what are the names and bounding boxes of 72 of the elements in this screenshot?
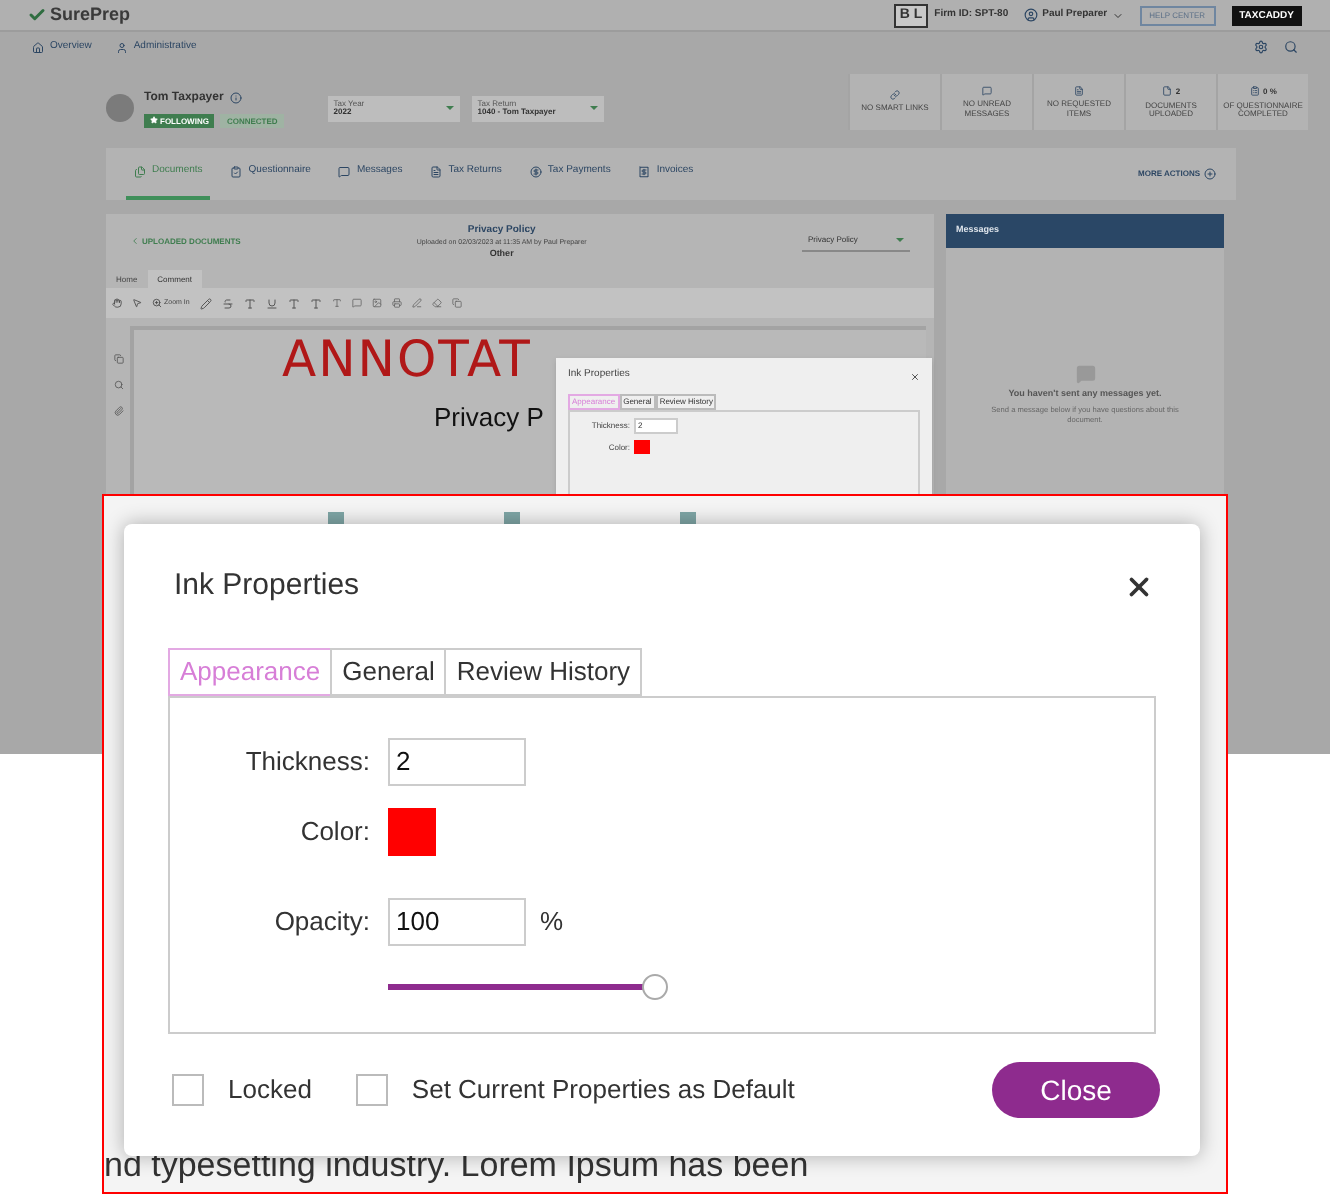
tool-icon[interactable] xyxy=(431,298,442,308)
logo: SurePrep xyxy=(50,1,131,28)
color-label: Color: xyxy=(298,814,370,851)
color-swatch[interactable] xyxy=(634,440,650,454)
tab-icon xyxy=(338,166,351,178)
dropdown-arrow-icon xyxy=(589,106,598,110)
stat-icon xyxy=(982,86,992,96)
tool-icon[interactable] xyxy=(411,298,422,308)
selection-handle[interactable] xyxy=(504,512,520,524)
user-icon xyxy=(115,41,128,53)
dialog-tab[interactable]: General xyxy=(330,648,447,696)
logo-check-icon xyxy=(28,6,46,24)
percent-label: % xyxy=(540,904,564,941)
close-button[interactable]: Close xyxy=(992,1062,1160,1118)
ink-annotation[interactable]: ANNOTAT xyxy=(282,330,532,390)
text-tool-icon[interactable] xyxy=(287,297,300,309)
tool-icon[interactable] xyxy=(351,298,362,308)
pointer-icon[interactable] xyxy=(132,298,142,308)
tab-icon xyxy=(638,166,651,178)
chevron-icon xyxy=(1111,9,1124,21)
page-heading: Privacy P xyxy=(434,402,544,432)
tool-icon[interactable] xyxy=(331,298,342,308)
user-icon xyxy=(1024,8,1039,22)
dialog-tab[interactable]: Appearance xyxy=(168,648,333,696)
slider-thumb[interactable] xyxy=(642,974,668,1000)
tool-icon[interactable] xyxy=(371,298,382,308)
settings-icon[interactable] xyxy=(1254,40,1268,54)
search-icon[interactable] xyxy=(113,380,123,390)
text-tool-icon[interactable] xyxy=(221,297,234,309)
hand-icon[interactable] xyxy=(112,298,122,308)
back-icon xyxy=(130,236,140,246)
pages-icon[interactable] xyxy=(113,354,123,364)
stat-icon xyxy=(1161,86,1172,96)
tool-icon[interactable] xyxy=(391,298,402,308)
dialog-tab[interactable]: Review History xyxy=(444,648,643,696)
dialog-title: Ink Properties xyxy=(174,565,360,606)
info-icon[interactable] xyxy=(229,92,242,104)
selection-handle[interactable] xyxy=(328,512,344,524)
opacity-label: Opacity: xyxy=(272,904,370,941)
tab-icon xyxy=(529,166,542,178)
pencil-icon[interactable] xyxy=(199,297,212,309)
home-icon xyxy=(32,41,44,53)
text-tool-icon[interactable] xyxy=(265,297,278,309)
stat-icon xyxy=(890,90,900,101)
stat-icon xyxy=(1249,86,1260,96)
plus-icon xyxy=(1204,168,1216,180)
dropdown-arrow-icon xyxy=(896,238,904,242)
color-swatch[interactable] xyxy=(388,808,436,856)
checkbox[interactable] xyxy=(172,1074,204,1106)
tab-icon xyxy=(134,166,146,178)
text-tool-icon[interactable] xyxy=(243,297,256,309)
star-icon xyxy=(150,116,158,124)
text-tool-icon[interactable] xyxy=(309,297,322,309)
checkbox-label: Locked xyxy=(228,1072,312,1109)
zoom-icon xyxy=(152,298,162,308)
tab-icon xyxy=(430,166,443,178)
avatar xyxy=(106,94,134,122)
selection-handle[interactable] xyxy=(680,512,696,524)
paperclip-icon[interactable] xyxy=(113,406,123,416)
stat-icon xyxy=(1074,86,1084,96)
opacity-field[interactable]: 100 xyxy=(388,898,526,946)
search-icon[interactable] xyxy=(1284,40,1298,54)
opacity-slider[interactable] xyxy=(388,972,668,1000)
thickness-label: Thickness: xyxy=(243,744,370,781)
dropdown-arrow-icon xyxy=(445,106,454,110)
tool-icon[interactable] xyxy=(451,298,462,308)
message-icon xyxy=(1075,364,1095,384)
checkbox-label: Set Current Properties as Default xyxy=(411,1072,795,1109)
thickness-field[interactable]: 2 xyxy=(388,738,526,786)
page-text: nd typesetting industry. Lorem Ipsum has been xyxy=(104,1144,809,1188)
checkbox[interactable] xyxy=(355,1074,388,1106)
tab-icon xyxy=(230,166,243,178)
